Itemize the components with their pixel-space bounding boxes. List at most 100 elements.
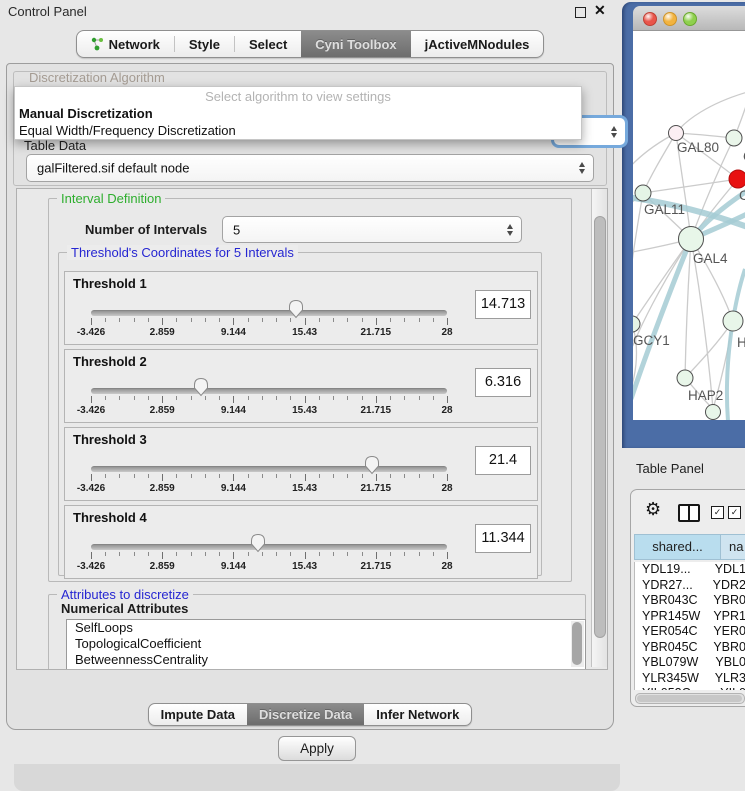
cell-name: YER0 [706, 624, 745, 640]
table-row[interactable]: YIL052CYIL0 [635, 686, 745, 690]
table-row[interactable]: YBR045CYBR0 [635, 640, 745, 656]
network-node[interactable] [633, 316, 640, 332]
attribute-item[interactable]: TopologicalCoefficient [67, 636, 585, 652]
column-header-shared-name[interactable]: shared... [634, 534, 721, 560]
tick-label: 2.859 [150, 327, 175, 338]
tab-discretize-data[interactable]: Discretize Data [247, 704, 364, 725]
network-node[interactable] [669, 126, 684, 141]
mac-minimize-icon[interactable] [663, 12, 677, 26]
algorithm-dropdown-popup: Select algorithm to view settings Manual… [14, 86, 582, 140]
network-edge[interactable] [643, 179, 738, 193]
slider-thumb[interactable] [250, 533, 266, 553]
table-row[interactable]: YLR345WYLR3 [635, 671, 745, 687]
slider-tick [376, 552, 377, 559]
threshold-value-field[interactable]: 11.344 [475, 524, 531, 553]
scrollbar-thumb[interactable] [594, 216, 606, 638]
slider-tick [276, 396, 277, 400]
threshold-value-field[interactable]: 6.316 [475, 368, 531, 397]
slider-track[interactable] [91, 544, 447, 550]
slider-track[interactable] [91, 466, 447, 472]
apply-button[interactable]: Apply [278, 736, 356, 761]
numerical-attributes-heading: Numerical Attributes [61, 601, 188, 616]
select-all-checkbox-icon[interactable]: ✓ [711, 506, 724, 519]
network-node[interactable] [679, 227, 704, 252]
slider-tick [248, 474, 249, 478]
gear-icon[interactable]: ⚙ [645, 499, 661, 520]
slider-ticks [91, 318, 447, 326]
algorithm-option-equal-width[interactable]: Equal Width/Frequency Discretization [15, 122, 581, 139]
tick-label: 2.859 [150, 561, 175, 572]
tick-label: 21.715 [361, 561, 392, 572]
network-view[interactable]: GAL80GACGAL11GAL4GCY1HHAP2 [633, 31, 745, 420]
network-edge[interactable] [676, 133, 734, 138]
network-node[interactable] [706, 405, 721, 420]
network-graph[interactable]: GAL80GACGAL11GAL4GCY1HHAP2 [633, 31, 745, 420]
cell-name: YPR1 [706, 609, 745, 625]
attribute-item[interactable]: BetweennessCentrality [67, 652, 585, 668]
slider-tick [290, 318, 291, 322]
tick-label: 9.144 [221, 483, 246, 494]
tab-cyni-toolbox[interactable]: Cyni Toolbox [301, 31, 410, 57]
slider-tick [305, 396, 306, 403]
slider-ticks [91, 396, 447, 404]
slider-tick [191, 318, 192, 322]
tab-impute-data[interactable]: Impute Data [149, 704, 247, 725]
numerical-attributes-list[interactable]: SelfLoopsTopologicalCoefficientBetweenne… [66, 619, 586, 670]
mac-zoom-icon[interactable] [683, 12, 697, 26]
slider-tick [447, 552, 448, 559]
network-edge[interactable] [633, 193, 643, 301]
number-of-intervals-combobox[interactable]: 5 [222, 216, 522, 243]
network-node[interactable] [723, 311, 743, 331]
cell-shared-name: YIL052C [635, 686, 713, 690]
slider-thumb[interactable] [193, 377, 209, 397]
table-row[interactable]: YBR043CYBR0 [635, 593, 745, 609]
network-edge[interactable] [633, 133, 676, 169]
tab-infer-network[interactable]: Infer Network [364, 704, 471, 725]
slider-tick [347, 552, 348, 556]
list-scrollbar[interactable] [571, 621, 584, 667]
slider-tick [119, 318, 120, 322]
algorithm-option-manual[interactable]: Manual Discretization [15, 105, 581, 122]
table-row[interactable]: YER054CYER0 [635, 624, 745, 640]
table-row[interactable]: YBL079WYBL0 [635, 655, 745, 671]
table-row[interactable]: YPR145WYPR1 [635, 609, 745, 625]
network-node[interactable] [677, 370, 693, 386]
tab-network[interactable]: Network [77, 31, 174, 57]
close-icon[interactable]: ✕ [594, 2, 606, 19]
network-node[interactable] [635, 185, 651, 201]
network-edge[interactable] [676, 91, 745, 133]
network-node[interactable] [729, 170, 745, 188]
tick-label: 15.43 [292, 327, 317, 338]
slider-tick [404, 552, 405, 556]
table-data-combobox[interactable]: galFiltered.sif default node [26, 154, 594, 182]
network-window-titlebar[interactable] [633, 6, 745, 31]
panel-scrollbar[interactable] [591, 189, 607, 667]
network-edge[interactable] [685, 239, 691, 378]
slider-tick [205, 474, 206, 478]
tab-style[interactable]: Style [175, 31, 234, 57]
network-node[interactable] [726, 130, 742, 146]
tab-jactivemnodules[interactable]: jActiveMNodules [411, 31, 544, 57]
slider-tick [347, 396, 348, 400]
columns-icon[interactable] [678, 504, 700, 522]
attribute-item[interactable]: SelfLoops [67, 620, 585, 636]
tab-select[interactable]: Select [235, 31, 301, 57]
select-none-checkbox-icon[interactable]: ✓ [728, 506, 741, 519]
table-header-row: shared... na [634, 534, 745, 560]
slider-tick [262, 552, 263, 556]
horizontal-scrollbar[interactable] [635, 693, 745, 704]
column-header-name[interactable]: na [721, 534, 745, 560]
table-row[interactable]: YDL19...YDL1 [635, 562, 745, 578]
mac-close-icon[interactable] [643, 12, 657, 26]
slider-track[interactable] [91, 388, 447, 394]
threshold-value-field[interactable]: 21.4 [475, 446, 531, 475]
table-row[interactable]: YDR27...YDR2 [635, 578, 745, 594]
number-of-intervals-value: 5 [233, 222, 240, 237]
slider-thumb[interactable] [288, 299, 304, 319]
slider-thumb[interactable] [364, 455, 380, 475]
threshold-value-field[interactable]: 14.713 [475, 290, 531, 319]
float-window-icon[interactable] [575, 7, 586, 18]
slider-tick [119, 474, 120, 478]
slider-tick [433, 318, 434, 322]
slider-track[interactable] [91, 310, 447, 316]
